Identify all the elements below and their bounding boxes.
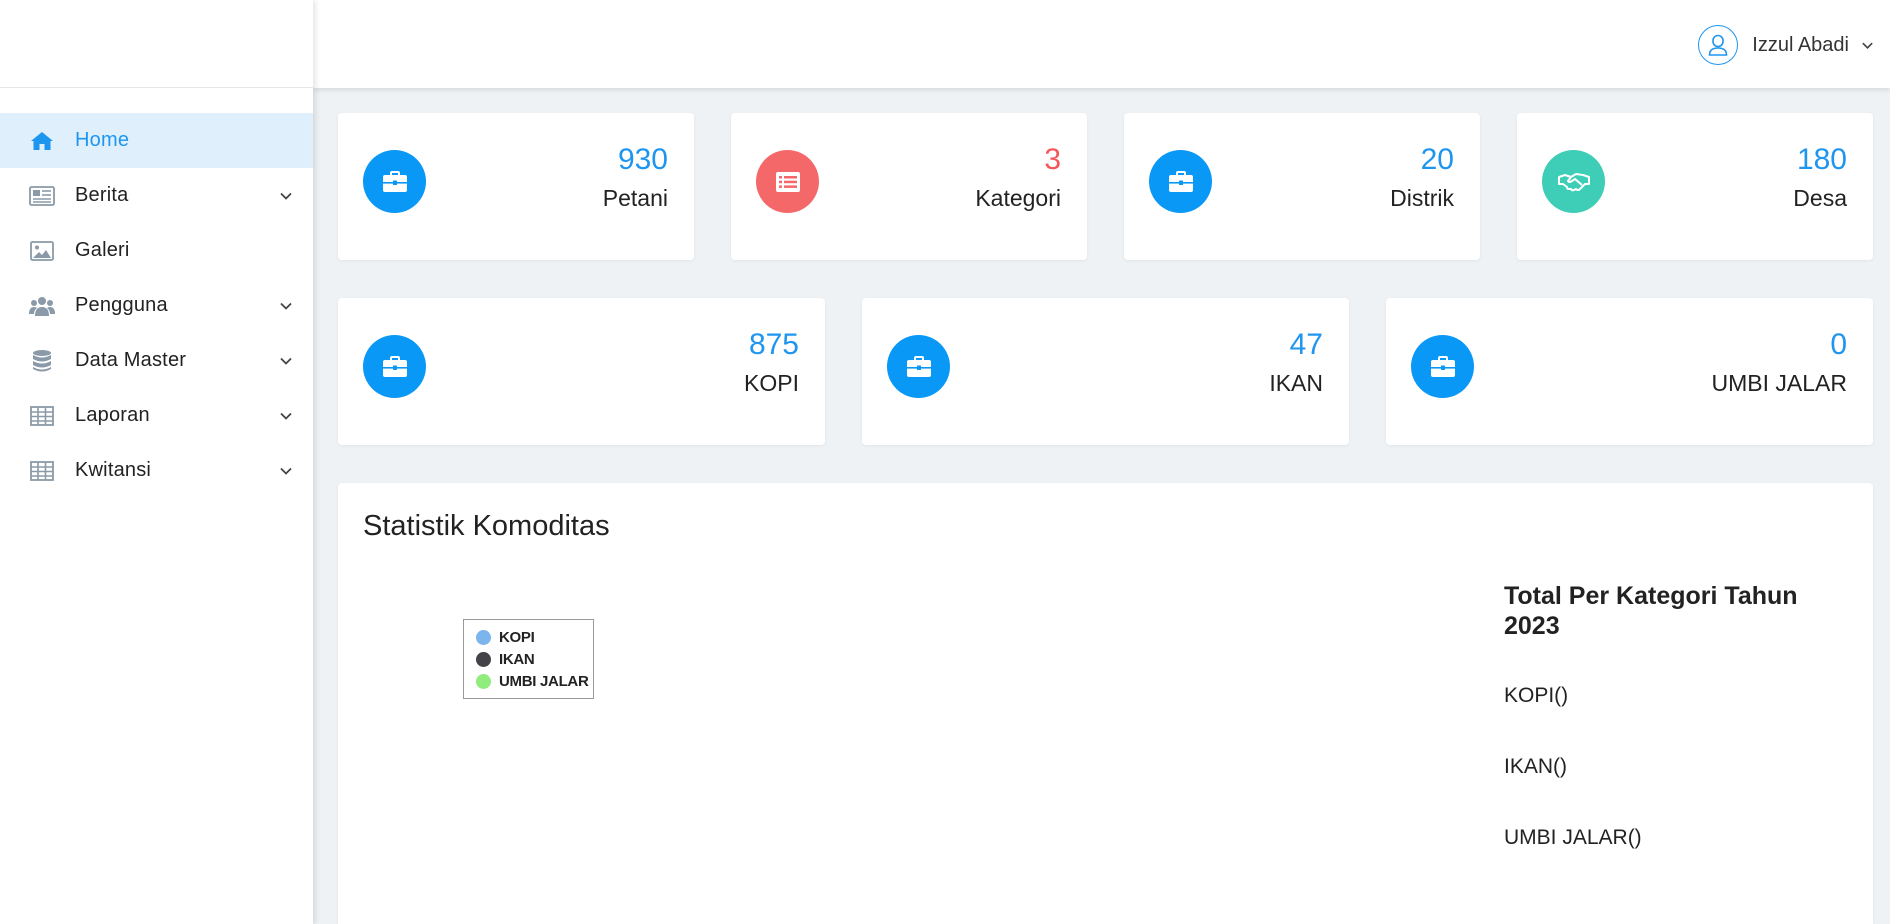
- sidebar: Home Berita Galeri Pengguna Data Master …: [0, 0, 313, 924]
- briefcase-icon: [887, 335, 950, 398]
- chevron-down-icon: [1862, 42, 1873, 49]
- sidebar-item-home[interactable]: Home: [0, 113, 313, 168]
- sidebar-item-data-master[interactable]: Data Master: [0, 333, 313, 388]
- legend-marker: [476, 673, 491, 689]
- statistik-panel: Statistik Komoditas KOPI IKAN UMBI JALAR…: [338, 483, 1873, 924]
- sidebar-item-label: Data Master: [75, 349, 187, 371]
- legend-item[interactable]: UMBI JALAR: [476, 670, 593, 692]
- legend-marker: [476, 651, 491, 667]
- legend-label: IKAN: [499, 650, 535, 668]
- stat-value: 180: [1796, 143, 1847, 176]
- chart-legend: KOPI IKAN UMBI JALAR: [463, 619, 594, 699]
- sidebar-item-label: Home: [75, 129, 130, 151]
- sidebar-item-label: Pengguna: [75, 294, 168, 316]
- briefcase-icon: [363, 335, 426, 398]
- stat-card-kategori: 3 Kategori: [731, 113, 1087, 260]
- sidebar-item-label: Laporan: [75, 404, 150, 426]
- sidebar-item-label: Galeri: [75, 239, 130, 261]
- users-icon: [28, 292, 56, 320]
- sidebar-item-laporan[interactable]: Laporan: [0, 388, 313, 443]
- stat-card-umbi-jalar: 0 UMBI JALAR: [1386, 298, 1873, 445]
- chevron-down-icon: [280, 302, 292, 310]
- stat-card-kopi: 875 KOPI: [338, 298, 825, 445]
- handshake-icon: [1542, 150, 1605, 213]
- sidebar-item-kwitansi[interactable]: Kwitansi: [0, 443, 313, 498]
- user-menu[interactable]: Izzul Abadi: [1698, 25, 1874, 65]
- sidebar-nav: Home Berita Galeri Pengguna Data Master …: [0, 113, 313, 498]
- stat-label: Kategori: [975, 185, 1061, 211]
- newspaper-icon: [28, 182, 56, 210]
- stat-label: UMBI JALAR: [1711, 370, 1847, 396]
- legend-item[interactable]: IKAN: [476, 648, 593, 670]
- table-icon: [28, 457, 56, 485]
- stat-value: 47: [1289, 328, 1323, 361]
- list-alt-icon: [756, 150, 819, 213]
- image-icon: [28, 237, 56, 265]
- chevron-down-icon: [280, 357, 292, 365]
- stat-card-petani: 930 Petani: [338, 113, 694, 260]
- stat-value: 0: [1830, 328, 1847, 361]
- user-icon: [1698, 25, 1739, 65]
- category-total-item: UMBI JALAR(): [1504, 826, 1642, 849]
- table-icon: [28, 402, 56, 430]
- user-name: Izzul Abadi: [1752, 33, 1849, 56]
- legend-marker: [476, 629, 491, 645]
- home-icon: [28, 127, 56, 155]
- stat-label: IKAN: [1269, 370, 1323, 396]
- category-total-item: IKAN(): [1504, 755, 1567, 778]
- legend-label: KOPI: [499, 628, 535, 646]
- sidebar-item-pengguna[interactable]: Pengguna: [0, 278, 313, 333]
- stat-label: Distrik: [1390, 185, 1454, 211]
- sidebar-item-label: Berita: [75, 184, 129, 206]
- legend-label: UMBI JALAR: [499, 672, 589, 690]
- stat-card-ikan: 47 IKAN: [862, 298, 1349, 445]
- stat-card-distrik: 20 Distrik: [1124, 113, 1480, 260]
- panel-title: Statistik Komoditas: [363, 510, 610, 542]
- sidebar-item-galeri[interactable]: Galeri: [0, 223, 313, 278]
- stat-label: Desa: [1793, 185, 1847, 211]
- sidebar-item-label: Kwitansi: [75, 459, 152, 481]
- sidebar-item-berita[interactable]: Berita: [0, 168, 313, 223]
- category-total-item: KOPI(): [1504, 684, 1569, 707]
- stat-value: 20: [1420, 143, 1454, 176]
- stat-card-desa: 180 Desa: [1517, 113, 1873, 260]
- topbar: Izzul Abadi: [313, 0, 1890, 88]
- briefcase-icon: [363, 150, 426, 213]
- chevron-down-icon: [280, 467, 292, 475]
- briefcase-icon: [1411, 335, 1474, 398]
- chevron-down-icon: [280, 412, 292, 420]
- stat-value: 3: [1044, 143, 1061, 176]
- chevron-down-icon: [280, 192, 292, 200]
- stat-label: Petani: [602, 185, 668, 211]
- briefcase-icon: [1149, 150, 1212, 213]
- stat-value: 930: [617, 143, 668, 176]
- sidebar-brand: [0, 0, 313, 88]
- stat-label: KOPI: [744, 370, 799, 396]
- database-icon: [28, 347, 56, 375]
- legend-item[interactable]: KOPI: [476, 626, 593, 648]
- stat-value: 875: [748, 328, 799, 361]
- category-total-title: Total Per Kategori Tahun 2023: [1504, 582, 1798, 640]
